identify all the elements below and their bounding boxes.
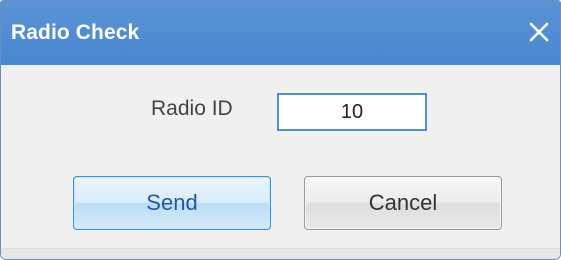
send-button[interactable]: Send [73, 176, 271, 230]
close-button[interactable] [524, 17, 554, 47]
radio-id-input[interactable] [277, 93, 427, 131]
cancel-button[interactable]: Cancel [304, 176, 502, 230]
dialog-title: Radio Check [11, 21, 140, 44]
dialog-footer [1, 248, 560, 259]
radio-id-label: Radio ID [151, 97, 233, 120]
dialog-content: Radio ID Send Cancel [1, 65, 560, 259]
dialog-titlebar[interactable]: Radio Check [1, 1, 560, 65]
radio-check-dialog: Radio Check Radio ID Send Cancel [0, 0, 561, 260]
close-icon [529, 22, 549, 42]
